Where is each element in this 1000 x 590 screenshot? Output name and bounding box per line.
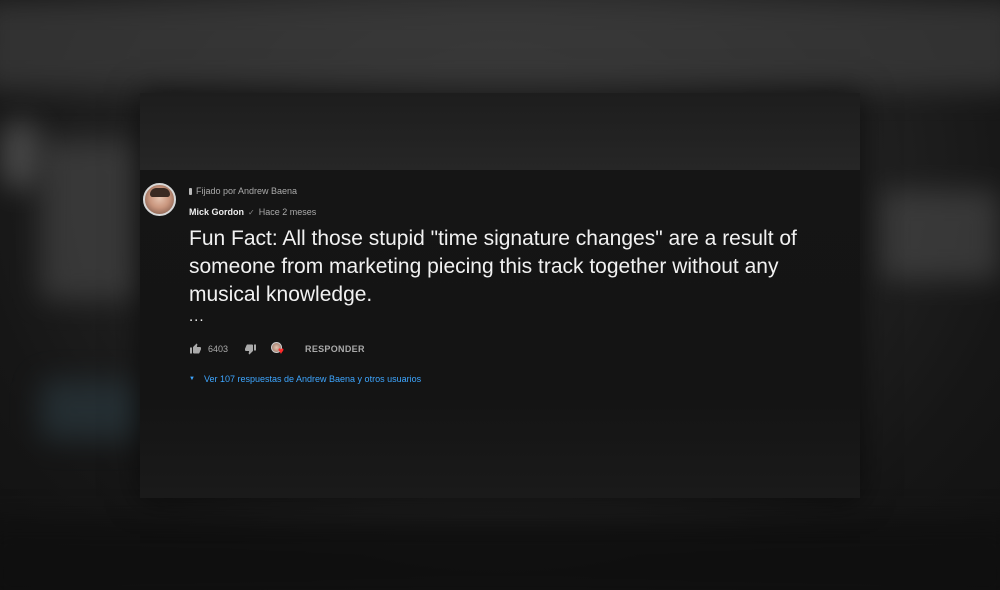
- heart-icon: ♥: [278, 346, 284, 357]
- chevron-down-icon: ▼: [189, 376, 195, 382]
- check-icon: ✓: [248, 207, 255, 217]
- pin-icon: [189, 187, 192, 195]
- view-replies-label: Ver 107 respuestas de Andrew Baena y otr…: [203, 374, 422, 384]
- blurred-background: [0, 0, 1000, 90]
- pinned-label: Fijado por Andrew Baena: [196, 186, 298, 196]
- thumbs-up-icon[interactable]: [189, 343, 202, 355]
- pinned-badge: Fijado por Andrew Baena: [189, 186, 297, 196]
- creator-heart-badge: ♥: [271, 342, 287, 357]
- blurred-background: [0, 520, 1000, 590]
- read-more-button[interactable]: ...: [189, 308, 205, 325]
- view-replies-button[interactable]: ▼ Ver 107 respuestas de Andrew Baena y o…: [189, 374, 421, 384]
- avatar-hair: [150, 188, 170, 197]
- comment-text: Fun Fact: All those stupid "time signatu…: [189, 227, 797, 306]
- comment-actions: 6403 ♥ RESPONDER: [189, 341, 365, 357]
- panel-header-area: [140, 93, 860, 170]
- pinned-comment: Fijado por Andrew Baena Mick Gordon ✓ Ha…: [140, 170, 860, 498]
- reply-button[interactable]: RESPONDER: [305, 344, 365, 354]
- thumbs-down-icon[interactable]: [244, 343, 257, 355]
- like-count: 6403: [208, 344, 229, 354]
- comment-time[interactable]: Hace 2 meses: [259, 207, 317, 217]
- blurred-background: [880, 190, 1000, 280]
- screenshot-stage: Fijado por Andrew Baena Mick Gordon ✓ Ha…: [0, 0, 1000, 590]
- blurred-background: [40, 380, 140, 440]
- blurred-background: [40, 140, 140, 300]
- comment-header: Mick Gordon ✓ Hace 2 meses: [189, 207, 316, 217]
- comment-panel: Fijado por Andrew Baena Mick Gordon ✓ Ha…: [140, 93, 860, 498]
- author-avatar[interactable]: [143, 183, 176, 216]
- blurred-background: [0, 120, 40, 190]
- author-name[interactable]: Mick Gordon: [189, 207, 244, 217]
